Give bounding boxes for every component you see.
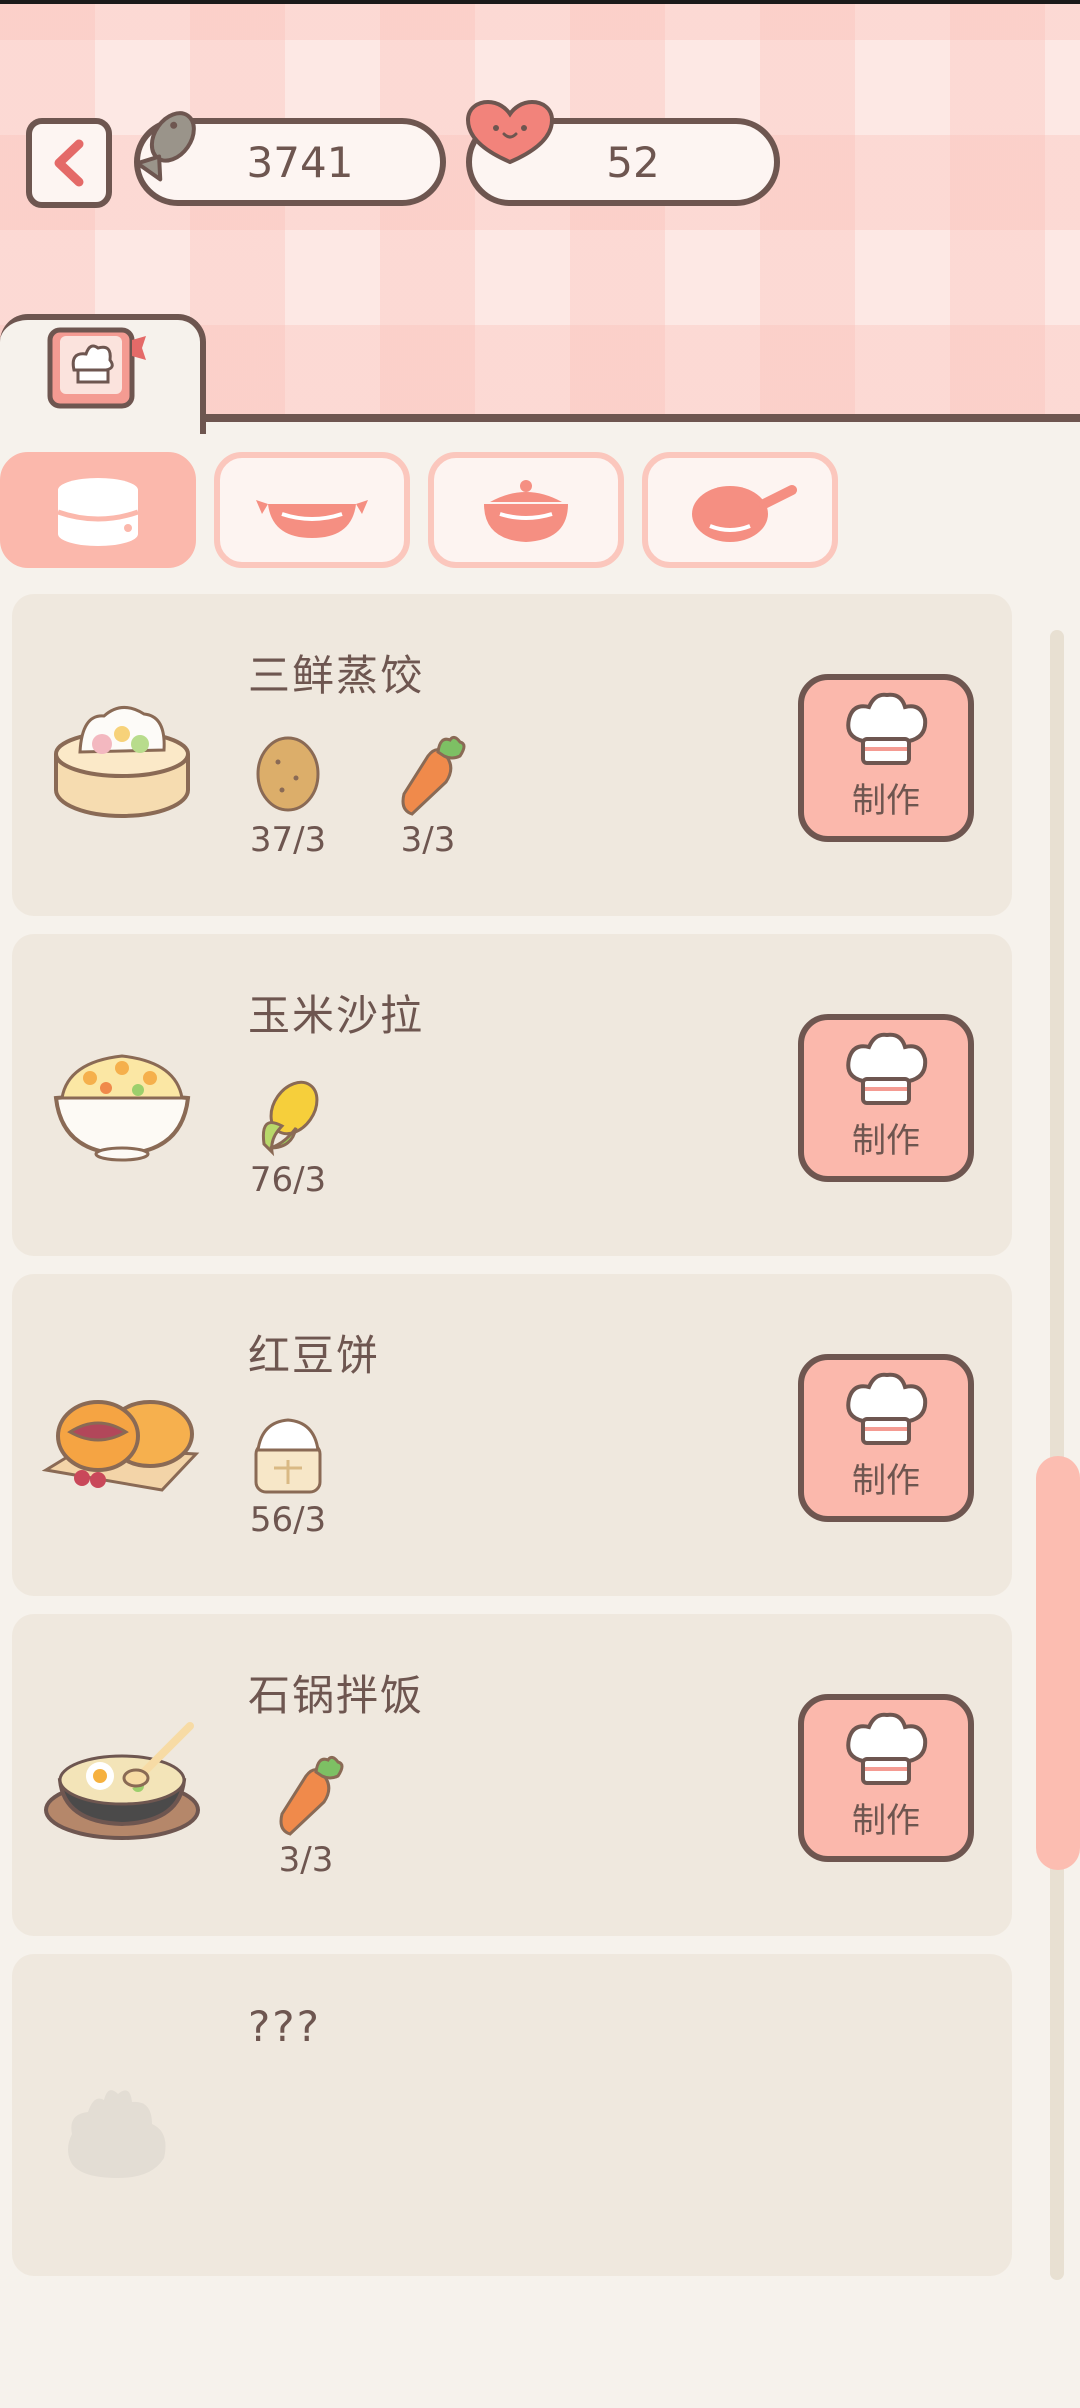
chef-hat-icon: [846, 1032, 928, 1105]
make-button[interactable]: 制作: [798, 1694, 974, 1862]
recipe-name: 玉米沙拉: [248, 991, 425, 1040]
ingredient-count: 76/3: [249, 1160, 327, 1200]
recipe-card: 石锅拌饭 3/3 制作: [12, 1614, 1012, 1936]
recipe-name-locked: ???: [248, 2002, 321, 2051]
scrollbar-track[interactable]: [1050, 630, 1064, 2280]
tab-pot[interactable]: [428, 452, 624, 568]
recipe-name: 石锅拌饭: [248, 1671, 425, 1720]
pot-icon: [484, 480, 568, 542]
chef-hat-icon: [846, 1372, 928, 1445]
chevron-left-icon: [54, 139, 84, 187]
ingredient-item: 37/3: [238, 734, 338, 860]
corn-salad-image: [42, 1034, 202, 1164]
ingredient-count: 56/3: [249, 1500, 327, 1540]
scrollbar-thumb[interactable]: [1036, 1456, 1080, 1870]
carrot-icon: [279, 1755, 344, 1836]
corn-icon: [261, 1080, 319, 1157]
make-button[interactable]: 制作: [798, 1014, 974, 1182]
frying-pan-icon: [692, 485, 797, 542]
tab-wok[interactable]: [214, 452, 410, 568]
ingredient-count: 3/3: [400, 820, 456, 860]
wok-icon: [256, 500, 368, 538]
ingredient-count: 3/3: [278, 1840, 334, 1880]
recipe-card: 红豆饼 56/3 制作: [12, 1274, 1012, 1596]
fish-count: 3741: [246, 137, 354, 187]
ingredient-item: 56/3: [238, 1414, 338, 1540]
make-button-label: 制作: [852, 1121, 920, 1161]
stone-pot-bibimbap-image: [42, 1714, 202, 1844]
heart-count: 52: [606, 137, 660, 187]
steamed-dumplings-image: [42, 694, 202, 824]
tab-steamer[interactable]: [0, 452, 196, 568]
heart-icon: [465, 99, 555, 165]
recipe-card: 三鲜蒸饺 37/3 3/3 制作: [12, 594, 1012, 916]
header-divider: [200, 414, 1080, 422]
ingredient-count: 37/3: [249, 820, 327, 860]
ingredient-item: 76/3: [238, 1074, 338, 1200]
recipe-name: 三鲜蒸饺: [248, 651, 425, 700]
recipe-name: 红豆饼: [248, 1331, 381, 1380]
fish-icon: [135, 111, 196, 182]
red-bean-cake-image: [41, 1374, 202, 1504]
flour-sack-icon: [254, 1418, 322, 1494]
steamer-icon: [57, 478, 139, 546]
recipe-card: 玉米沙拉 76/3 制作: [12, 934, 1012, 1256]
make-button-label: 制作: [852, 1801, 920, 1841]
back-button[interactable]: [26, 118, 112, 208]
make-button-label: 制作: [852, 1461, 920, 1501]
locked-dish-silhouette: [42, 2054, 202, 2184]
make-button-label: 制作: [852, 781, 920, 821]
recipe-card-locked: ???: [12, 1954, 1012, 2276]
ingredient-item: 3/3: [256, 1754, 356, 1880]
tab-pan[interactable]: [642, 452, 838, 568]
potato-icon: [256, 736, 320, 812]
make-button[interactable]: 制作: [798, 674, 974, 842]
chef-hat-icon: [846, 692, 928, 765]
carrot-icon: [401, 735, 466, 816]
chef-hat-icon: [846, 1712, 928, 1785]
ingredient-item: 3/3: [378, 734, 478, 860]
make-button[interactable]: 制作: [798, 1354, 974, 1522]
recipe-book-icon: [47, 327, 146, 409]
